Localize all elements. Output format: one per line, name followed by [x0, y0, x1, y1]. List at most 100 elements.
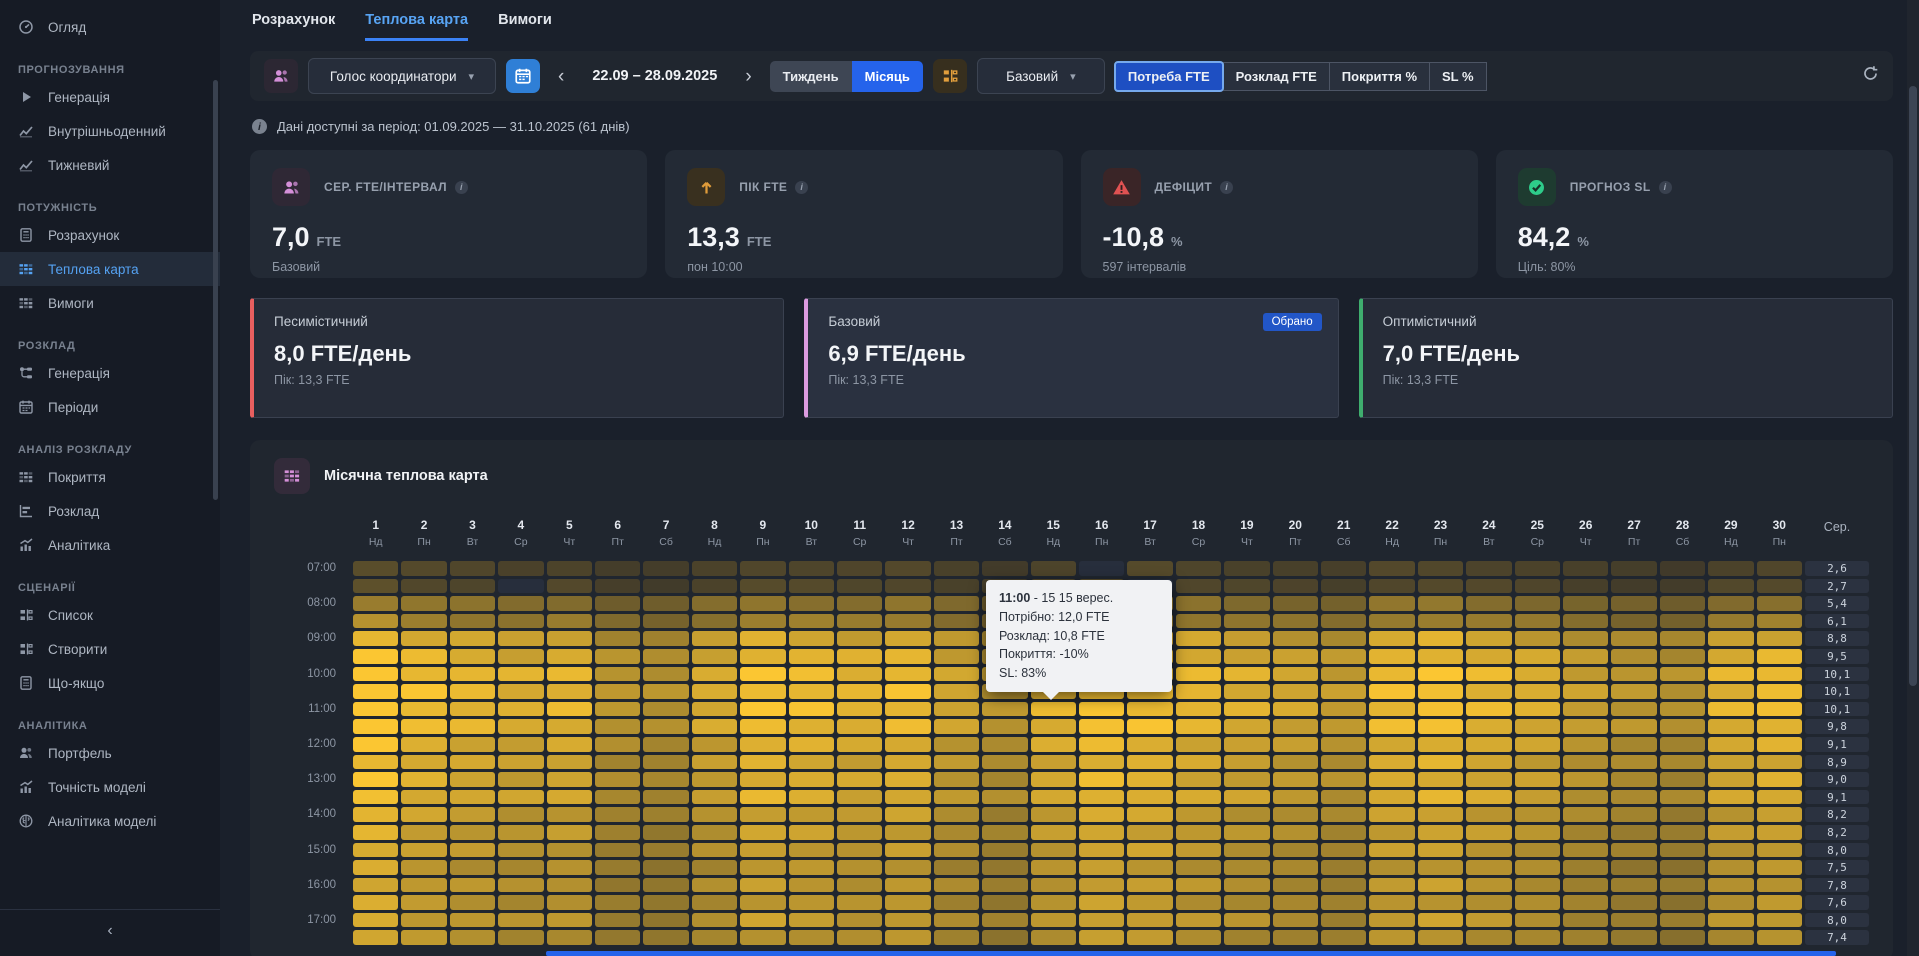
- heatmap-cell[interactable]: [934, 614, 979, 629]
- heatmap-cell[interactable]: [401, 684, 446, 699]
- heatmap-cell[interactable]: [692, 649, 737, 664]
- heatmap-cell[interactable]: [692, 930, 737, 945]
- page-scrollbar-thumb[interactable]: [1909, 86, 1917, 686]
- heatmap-cell[interactable]: [740, 913, 785, 928]
- heatmap-cell[interactable]: [401, 702, 446, 717]
- heatmap-cell[interactable]: [1031, 719, 1076, 734]
- heatmap-cell[interactable]: [595, 737, 640, 752]
- heatmap-cell[interactable]: [1515, 860, 1560, 875]
- sidebar-item-створити[interactable]: Створити: [0, 632, 220, 666]
- heatmap-cell[interactable]: [547, 737, 592, 752]
- heatmap-cell[interactable]: [450, 596, 495, 611]
- heatmap-cell[interactable]: [450, 684, 495, 699]
- heatmap-cell[interactable]: [1224, 755, 1269, 770]
- heatmap-cell[interactable]: [1757, 860, 1802, 875]
- heatmap-cell[interactable]: [1708, 843, 1753, 858]
- heatmap-cell[interactable]: [1757, 807, 1802, 822]
- heatmap-cell[interactable]: [643, 860, 688, 875]
- heatmap-cell[interactable]: [1176, 825, 1221, 840]
- heatmap-cell[interactable]: [789, 631, 834, 646]
- heatmap-cell[interactable]: [1418, 895, 1463, 910]
- heatmap-cell[interactable]: [1466, 737, 1511, 752]
- heatmap-cell[interactable]: [837, 631, 882, 646]
- heatmap-cell[interactable]: [401, 878, 446, 893]
- heatmap-cell[interactable]: [450, 631, 495, 646]
- heatmap-cell[interactable]: [1273, 737, 1318, 752]
- heatmap-cell[interactable]: [1369, 878, 1414, 893]
- heatmap-cell[interactable]: [1176, 596, 1221, 611]
- heatmap-cell[interactable]: [1757, 596, 1802, 611]
- heatmap-cell[interactable]: [643, 579, 688, 594]
- heatmap-cell[interactable]: [1563, 684, 1608, 699]
- heatmap-cell[interactable]: [1708, 895, 1753, 910]
- heatmap-cell[interactable]: [1466, 860, 1511, 875]
- heatmap-cell[interactable]: [1515, 755, 1560, 770]
- heatmap-cell[interactable]: [401, 895, 446, 910]
- heatmap-cell[interactable]: [1079, 807, 1124, 822]
- heatmap-cell[interactable]: [1176, 614, 1221, 629]
- sidebar-item-вимоги[interactable]: Вимоги: [0, 286, 220, 320]
- heatmap-cell[interactable]: [1127, 930, 1172, 945]
- heatmap-cell[interactable]: [401, 719, 446, 734]
- heatmap-cell[interactable]: [1563, 579, 1608, 594]
- sidebar-item-тижневий[interactable]: Тижневий: [0, 148, 220, 182]
- heatmap-cell[interactable]: [1224, 807, 1269, 822]
- heatmap-cell[interactable]: [401, 579, 446, 594]
- heatmap-cell[interactable]: [1127, 843, 1172, 858]
- heatmap-cell[interactable]: [1127, 702, 1172, 717]
- heatmap-cell[interactable]: [595, 860, 640, 875]
- heatmap-cell[interactable]: [1321, 561, 1366, 576]
- heatmap-cell[interactable]: [692, 684, 737, 699]
- heatmap-cell[interactable]: [934, 684, 979, 699]
- heatmap-cell[interactable]: [353, 930, 398, 945]
- heatmap-cell[interactable]: [1321, 860, 1366, 875]
- heatmap-cell[interactable]: [643, 807, 688, 822]
- heatmap-cell[interactable]: [789, 684, 834, 699]
- heatmap-cell[interactable]: [401, 561, 446, 576]
- heatmap-cell[interactable]: [1708, 719, 1753, 734]
- heatmap-cell[interactable]: [1369, 667, 1414, 682]
- heatmap-cell[interactable]: [934, 737, 979, 752]
- heatmap-cell[interactable]: [740, 790, 785, 805]
- heatmap-cell[interactable]: [1273, 719, 1318, 734]
- sidebar-item-список[interactable]: Список: [0, 598, 220, 632]
- heatmap-cell[interactable]: [498, 596, 543, 611]
- heatmap-cell[interactable]: [1515, 614, 1560, 629]
- heatmap-cell[interactable]: [692, 561, 737, 576]
- heatmap-cell[interactable]: [1660, 930, 1705, 945]
- heatmap-cell[interactable]: [1224, 772, 1269, 787]
- heatmap-cell[interactable]: [1563, 596, 1608, 611]
- heatmap-cell[interactable]: [1273, 614, 1318, 629]
- heatmap-cell[interactable]: [982, 737, 1027, 752]
- heatmap-cell[interactable]: [1369, 807, 1414, 822]
- heatmap-cell[interactable]: [789, 930, 834, 945]
- heatmap-cell[interactable]: [1757, 755, 1802, 770]
- heatmap-cell[interactable]: [982, 825, 1027, 840]
- heatmap-cell[interactable]: [934, 772, 979, 787]
- heatmap-cell[interactable]: [1079, 755, 1124, 770]
- heatmap-cell[interactable]: [643, 649, 688, 664]
- heatmap-cell[interactable]: [885, 807, 930, 822]
- heatmap-cell[interactable]: [450, 702, 495, 717]
- sidebar-collapse-button[interactable]: ‹: [0, 909, 220, 956]
- heatmap-cell[interactable]: [643, 719, 688, 734]
- heatmap-cell[interactable]: [1369, 649, 1414, 664]
- heatmap-cell[interactable]: [692, 860, 737, 875]
- heatmap-cell[interactable]: [1369, 702, 1414, 717]
- heatmap-cell[interactable]: [1611, 755, 1656, 770]
- heatmap-cell[interactable]: [885, 719, 930, 734]
- heatmap-cell[interactable]: [547, 719, 592, 734]
- heatmap-cell[interactable]: [353, 719, 398, 734]
- heatmap-cell[interactable]: [643, 843, 688, 858]
- heatmap-cell[interactable]: [450, 579, 495, 594]
- heatmap-cell[interactable]: [1321, 719, 1366, 734]
- heatmap-cell[interactable]: [1224, 878, 1269, 893]
- heatmap-cell[interactable]: [1369, 860, 1414, 875]
- heatmap-cell[interactable]: [353, 614, 398, 629]
- heatmap-cell[interactable]: [789, 755, 834, 770]
- heatmap-cell[interactable]: [692, 772, 737, 787]
- heatmap-cell[interactable]: [934, 755, 979, 770]
- heatmap-cell[interactable]: [1418, 790, 1463, 805]
- heatmap-cell[interactable]: [1611, 825, 1656, 840]
- heatmap-cell[interactable]: [885, 930, 930, 945]
